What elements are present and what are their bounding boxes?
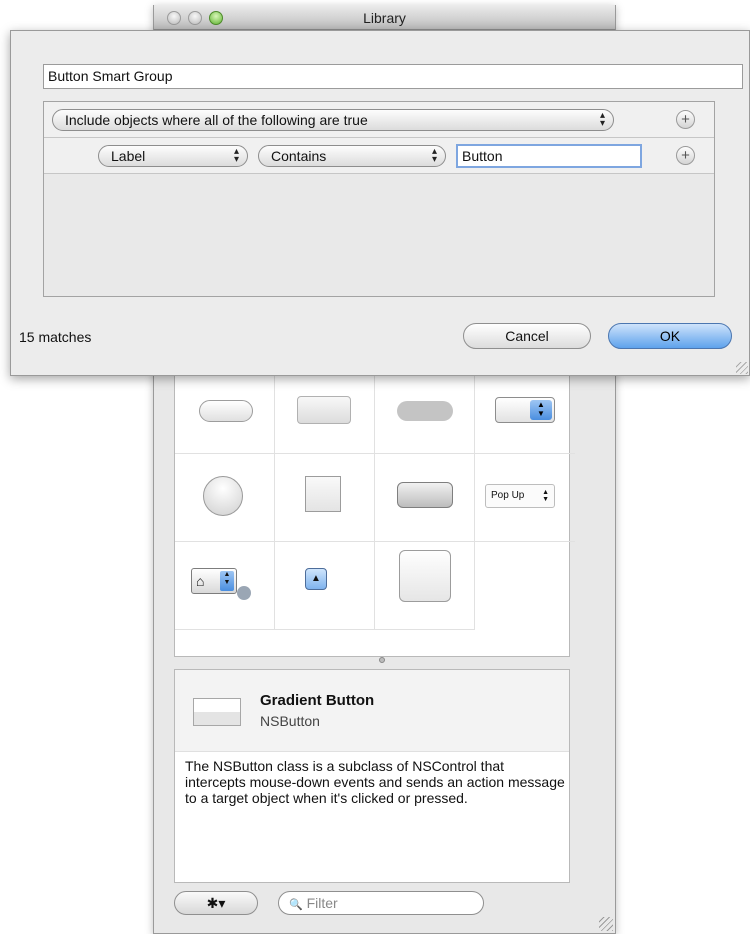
filter-placeholder: Filter (306, 895, 338, 911)
library-bottom-bar: ✱▾ 🔍 Filter (174, 891, 604, 921)
object-class-name: NSButton (260, 713, 320, 729)
smart-group-sheet: Button Smart Group Include objects where… (10, 30, 750, 376)
add-subrule-button[interactable]: + (676, 146, 695, 165)
predicate-compound-popup[interactable]: Include objects where all of the followi… (52, 109, 614, 131)
predicate-header-row: Include objects where all of the followi… (44, 102, 714, 138)
search-icon: 🔍 (289, 899, 303, 911)
object-large-square-button[interactable] (375, 542, 475, 630)
object-icon-popup[interactable]: ⌂ ▲ ▼ (175, 542, 275, 630)
plus-icon: + (681, 111, 690, 128)
house-icon: ⌂ (196, 573, 205, 589)
operator-label: Contains (271, 148, 327, 164)
object-popup-stepper[interactable]: ▲ ▼ (475, 366, 575, 454)
predicate-rule-row: Label ▴ ▾ Contains ▴ ▾ Button + (44, 138, 714, 174)
resize-grip-icon[interactable] (599, 917, 613, 931)
object-square-button[interactable] (275, 454, 375, 542)
predicate-compound-label: Include objects where all of the followi… (65, 112, 368, 128)
attribute-popup[interactable]: Label ▴ ▾ (98, 145, 248, 167)
match-count: 15 matches (19, 329, 92, 345)
object-detail-panel: Gradient Button NSButton The NSButton cl… (174, 669, 570, 883)
filter-input[interactable]: 🔍 Filter (278, 891, 484, 915)
object-description: The NSButton class is a subclass of NSCo… (185, 758, 565, 806)
wrench-icon (237, 586, 251, 600)
object-bevel-button[interactable] (275, 366, 375, 454)
group-name-field[interactable]: Button Smart Group (43, 64, 743, 89)
popup-arrows-icon: ▴ ▾ (431, 146, 437, 165)
library-title: Library (363, 10, 406, 26)
object-popup-button[interactable]: Pop Up ▲ ▼ (475, 454, 575, 542)
predicate-editor: Include objects where all of the followi… (43, 101, 715, 297)
object-recessed-button[interactable] (375, 366, 475, 454)
ok-button[interactable]: OK (608, 323, 732, 349)
popup-sample-label: Pop Up (491, 490, 525, 501)
object-detail-header: Gradient Button NSButton (175, 670, 569, 752)
add-rule-button[interactable]: + (676, 110, 695, 129)
sheet-resize-grip-icon[interactable] (736, 362, 748, 374)
library-titlebar: Library (154, 5, 615, 30)
object-name: Gradient Button (260, 692, 375, 709)
object-rounded-button[interactable] (175, 366, 275, 454)
cancel-button[interactable]: Cancel (463, 323, 591, 349)
object-round-button[interactable] (175, 454, 275, 542)
object-textured-button[interactable] (375, 454, 475, 542)
plus-icon: + (681, 147, 690, 164)
object-disclosure-button[interactable]: ▲ (275, 542, 375, 630)
gear-icon: ✱▾ (206, 895, 226, 911)
rule-value-input[interactable]: Button (456, 144, 642, 168)
split-view-handle[interactable] (379, 657, 385, 663)
gradient-button-thumbnail (193, 698, 241, 726)
popup-arrows-icon: ▴ ▾ (599, 110, 605, 129)
object-grid: ▲ ▼ Pop Up ▲ ▼ ⌂ ▲ ▼ ▲ (174, 365, 575, 657)
operator-popup[interactable]: Contains ▴ ▾ (258, 145, 446, 167)
popup-arrows-icon: ▴ ▾ (233, 146, 239, 165)
action-menu-button[interactable]: ✱▾ (174, 891, 258, 915)
attribute-label: Label (111, 148, 146, 164)
